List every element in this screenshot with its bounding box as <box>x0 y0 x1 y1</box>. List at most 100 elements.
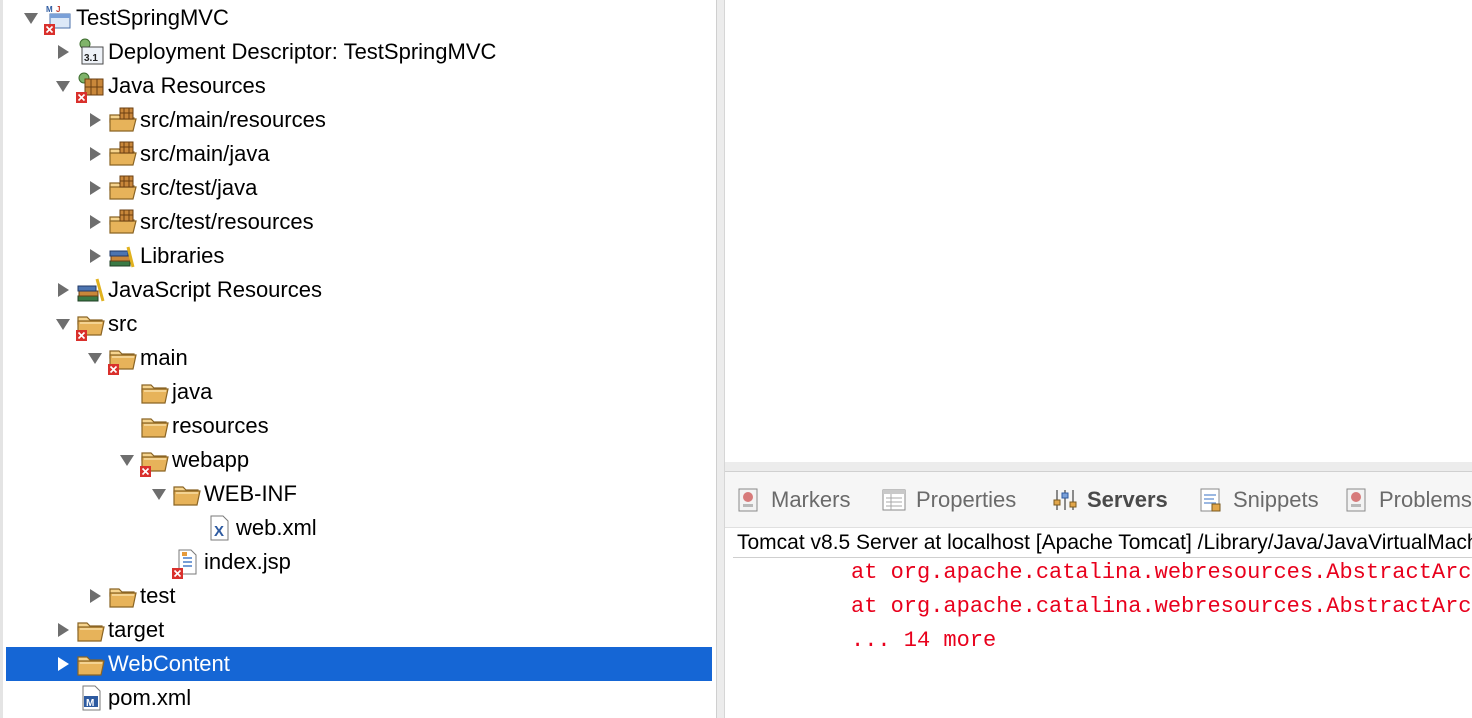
expand-arrow-icon[interactable] <box>52 273 74 307</box>
maven-web-project-icon: MJ <box>44 3 74 35</box>
tree-item-src[interactable]: src <box>52 307 137 341</box>
folder-icon <box>108 343 138 375</box>
horizontal-sash[interactable] <box>725 462 1472 472</box>
tree-item-web-xml[interactable]: Xweb.xml <box>180 511 317 545</box>
markers-icon <box>736 487 762 513</box>
tree-item-src-main-java[interactable]: src/main/java <box>84 137 270 171</box>
collapse-arrow-icon[interactable] <box>148 477 170 511</box>
source-folder-icon <box>108 105 138 135</box>
tree-item-resources[interactable]: resources <box>116 409 269 443</box>
folder-icon <box>76 309 106 341</box>
expand-arrow-icon[interactable] <box>84 137 106 171</box>
tree-item-pom-xml[interactable]: Mpom.xml <box>52 681 191 715</box>
tree-item-deployment-descriptor[interactable]: 3.1 Deployment Descriptor: TestSpringMVC <box>52 35 496 69</box>
tab-label: Properties <box>916 487 1017 512</box>
tree-item-src-main-resources[interactable]: src/main/resources <box>84 103 326 137</box>
svg-text:M: M <box>46 5 53 14</box>
tree-item-src-test-resources[interactable]: src/test/resources <box>84 205 314 239</box>
tree-item-label: src/test/java <box>140 175 258 200</box>
expand-arrow-icon[interactable] <box>84 205 106 239</box>
tree-item-label: resources <box>172 413 269 438</box>
svg-text:X: X <box>214 523 224 540</box>
tree-item-label: src <box>108 311 138 336</box>
tree-item-libraries[interactable]: Libraries <box>84 239 224 273</box>
tree-item-label: Libraries <box>140 243 225 268</box>
source-folder-icon <box>108 139 138 169</box>
tree-item-webapp[interactable]: webapp <box>116 443 249 477</box>
project-explorer: M J TestSpringMVC 3.1 Deployment Descriptor:… <box>0 0 716 718</box>
expand-arrow-icon[interactable] <box>52 613 74 647</box>
expand-arrow-icon[interactable] <box>84 171 106 205</box>
tab-servers[interactable]: Servers <box>1052 484 1168 516</box>
java-resources-icon <box>76 71 106 103</box>
tree-item-webcontent[interactable]: WebContent <box>6 647 712 681</box>
expand-arrow-icon[interactable] <box>52 647 74 681</box>
tree-item-label: pom.xml <box>108 685 192 710</box>
svg-text:3.1: 3.1 <box>84 53 98 64</box>
problems-icon <box>1344 487 1370 513</box>
tab-label: Snippets <box>1233 487 1319 512</box>
source-folder-icon <box>108 173 138 203</box>
xml-file-icon: X <box>204 513 234 543</box>
tab-properties[interactable]: Properties <box>881 484 1016 516</box>
vertical-sash[interactable] <box>716 0 725 718</box>
tree-item-index-jsp[interactable]: index.jsp <box>148 545 291 579</box>
collapse-arrow-icon[interactable] <box>52 307 74 341</box>
tree-item-label: Deployment Descriptor: TestSpringMVC <box>108 39 497 64</box>
error-badge-icon <box>108 362 119 375</box>
deployment-descriptor-icon: 3.1 <box>76 37 106 67</box>
tree-item-label: web.xml <box>236 515 317 540</box>
expand-arrow-icon[interactable] <box>84 103 106 137</box>
tree-item-web-inf[interactable]: WEB-INF <box>148 477 297 511</box>
tree-item-javascript-resources[interactable]: JavaScript Resources <box>52 273 322 307</box>
expand-arrow-icon[interactable] <box>84 239 106 273</box>
expand-arrow-icon[interactable] <box>84 579 106 613</box>
tree-item-src-test-java[interactable]: src/test/java <box>84 171 257 205</box>
properties-icon <box>881 487 907 513</box>
tree-item-target[interactable]: target <box>52 613 164 647</box>
tree-item-project[interactable]: M J TestSpringMVC <box>20 1 229 35</box>
tab-markers[interactable]: Markers <box>736 484 850 516</box>
console-line: ... 14 more <box>851 628 997 653</box>
folder-icon <box>140 445 170 477</box>
libraries-icon <box>108 241 138 271</box>
tab-label: Servers <box>1087 487 1168 512</box>
console-title: Tomcat v8.5 Server at localhost [Apache … <box>737 531 1472 554</box>
tree-item-label: src/test/resources <box>140 209 314 234</box>
servers-panel: Markers Properties Servers Snippets Problems… <box>725 472 1472 718</box>
collapse-arrow-icon[interactable] <box>116 443 138 477</box>
jsp-file-icon <box>172 547 202 579</box>
tab-problems[interactable]: Problems <box>1344 484 1472 516</box>
tree-item-label: TestSpringMVC <box>76 5 229 30</box>
tree-item-label: index.jsp <box>204 549 291 574</box>
tab-snippets[interactable]: Snippets <box>1198 484 1319 516</box>
error-badge-icon <box>140 464 151 477</box>
collapse-arrow-icon[interactable] <box>20 1 42 35</box>
tree-item-label: target <box>108 617 165 642</box>
collapse-arrow-icon[interactable] <box>52 69 74 103</box>
expand-arrow-icon[interactable] <box>52 35 74 69</box>
folder-icon <box>172 479 202 509</box>
folder-icon <box>140 411 170 441</box>
source-folder-icon <box>108 207 138 237</box>
tree-item-main[interactable]: main <box>84 341 188 375</box>
javascript-resources-icon <box>76 275 106 305</box>
tree-item-test[interactable]: test <box>84 579 175 613</box>
folder-icon <box>76 615 106 645</box>
tree-item-label: webapp <box>172 447 250 472</box>
tree-item-java[interactable]: java <box>116 375 212 409</box>
svg-text:M: M <box>86 698 94 709</box>
console-line: at org.apache.catalina.webresources.Abst… <box>851 594 1472 619</box>
tree-item-java-resources[interactable]: Java Resources <box>52 69 266 103</box>
tab-label: Markers <box>771 487 851 512</box>
collapse-arrow-icon[interactable] <box>84 341 106 375</box>
folder-icon <box>108 581 138 611</box>
error-badge-icon <box>44 22 55 35</box>
explorer-left-border <box>0 0 3 718</box>
tab-label: Problems <box>1379 487 1472 512</box>
